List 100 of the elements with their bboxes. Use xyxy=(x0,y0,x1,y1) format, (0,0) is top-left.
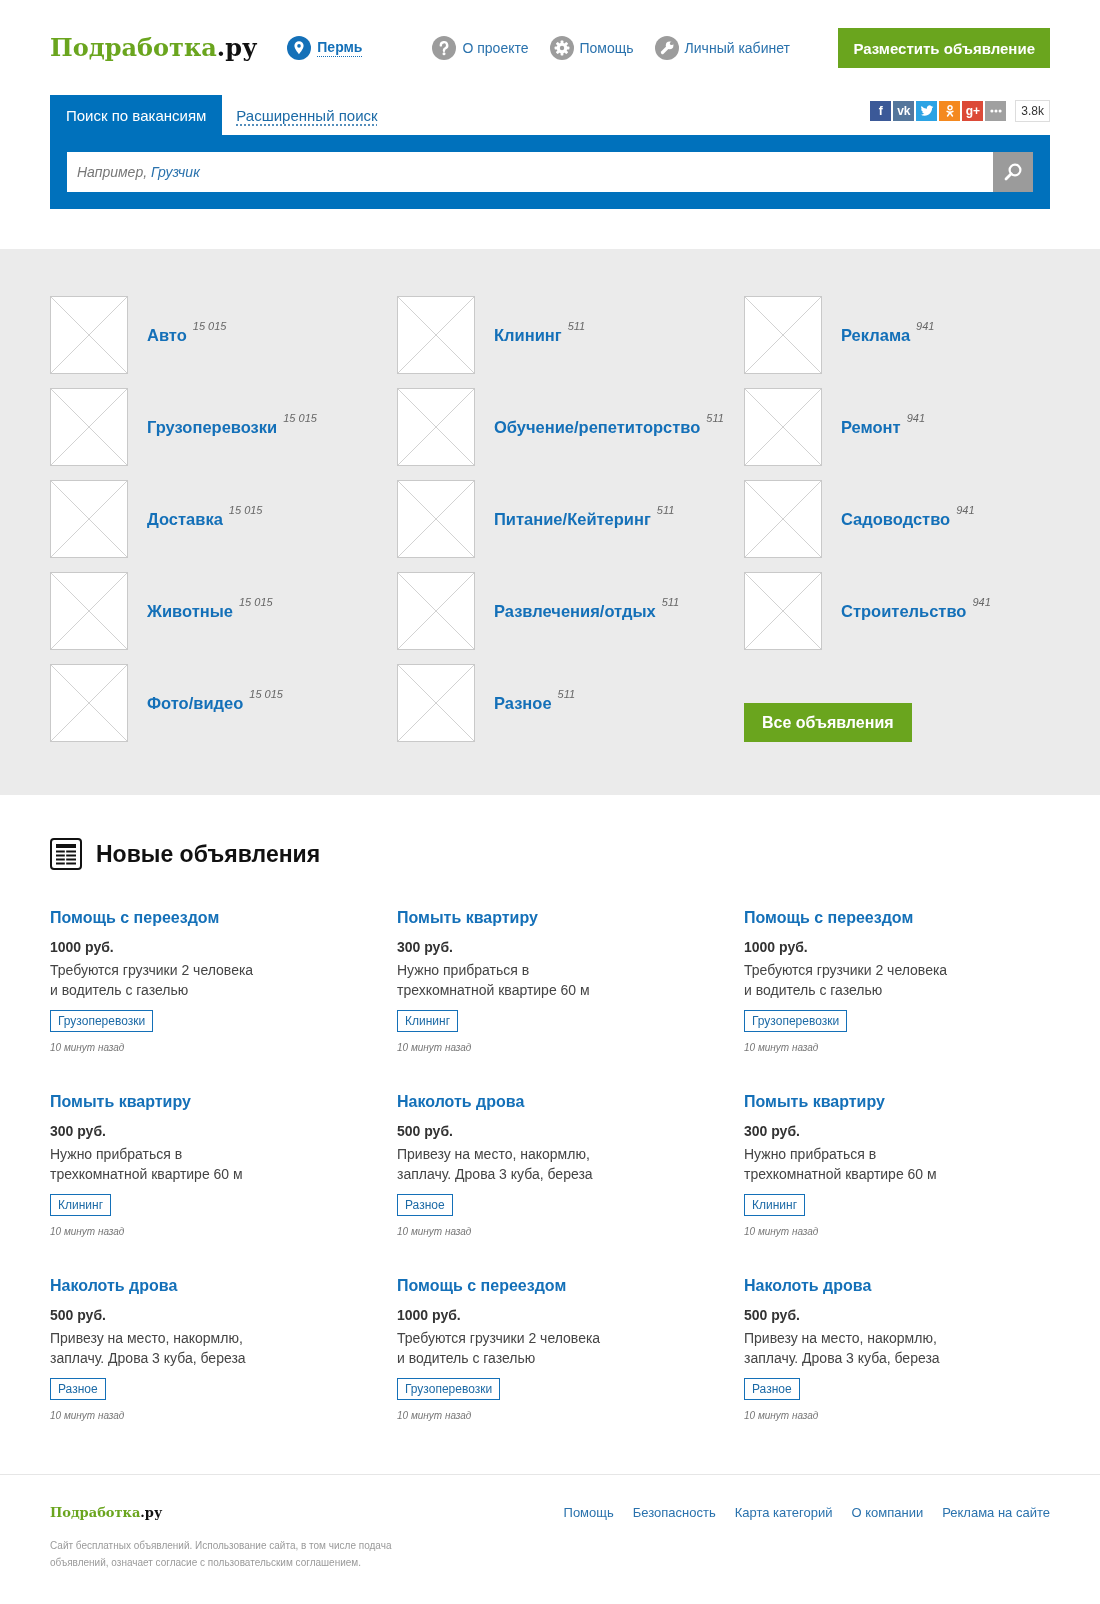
ad-description: Привезу на место, накормлю, заплачу. Дрова 3 куба, береза xyxy=(397,1145,593,1184)
nav-link[interactable]: О проекте xyxy=(432,36,529,60)
ad-title-link[interactable]: Помощь с переездом xyxy=(397,1276,567,1296)
search-icon xyxy=(1003,162,1023,182)
share-button[interactable] xyxy=(916,101,938,121)
ad-title-link[interactable]: Помыть квартиру xyxy=(744,1092,885,1112)
category-count: 15 015 xyxy=(249,687,283,701)
ad-time: 10 минут назад xyxy=(397,1225,472,1239)
ad-title-link[interactable]: Помыть квартиру xyxy=(397,908,538,928)
footer-logo[interactable]: Подработка.ру xyxy=(50,1505,392,1521)
search-button[interactable] xyxy=(993,152,1033,192)
footer-link[interactable]: О компании xyxy=(851,1505,924,1521)
category-tag[interactable]: Грузоперевозки xyxy=(397,1378,501,1400)
category-count: 15 015 xyxy=(192,319,227,333)
share-button[interactable] xyxy=(939,101,961,121)
ad-time: 10 минут назад xyxy=(50,1041,125,1055)
ad-time: 10 минут назад xyxy=(744,1225,819,1239)
share-button[interactable]: g+ xyxy=(962,101,984,121)
placeholder-text: Например, xyxy=(77,164,148,180)
category-link[interactable]: Разное xyxy=(494,693,552,713)
site-logo[interactable]: Подработка.ру xyxy=(50,33,258,63)
category-count: 941 xyxy=(916,319,935,333)
category-tag[interactable]: Разное xyxy=(50,1378,106,1400)
bird-icon xyxy=(919,104,934,118)
category-count: 511 xyxy=(557,687,576,701)
ad-price: 300 руб. xyxy=(744,1122,800,1141)
category-count: 511 xyxy=(706,411,724,425)
category-tag[interactable]: Клининг xyxy=(50,1194,112,1216)
ad-description: Требуются грузчики 2 человека и водитель с газелью xyxy=(397,1329,601,1368)
location-pin-icon xyxy=(287,36,312,60)
ad-title-link[interactable]: Наколоть дрова xyxy=(744,1276,872,1296)
category-count: 511 xyxy=(567,319,586,333)
ad-title-link[interactable]: Помыть квартиру xyxy=(50,1092,191,1112)
question-icon xyxy=(432,36,457,60)
example-link[interactable]: Грузчик xyxy=(151,164,200,180)
category-count: 941 xyxy=(906,411,926,425)
search-tab[interactable]: Расширенный поиск xyxy=(222,95,392,135)
category-link[interactable]: Строительство xyxy=(841,601,967,621)
category-tag[interactable]: Клининг xyxy=(744,1194,806,1216)
category-count: 15 015 xyxy=(238,595,273,609)
ad-title-link[interactable]: Наколоть дрова xyxy=(50,1276,178,1296)
ad-time: 10 минут назад xyxy=(397,1041,472,1055)
share-button[interactable] xyxy=(985,101,1007,121)
nav-link[interactable]: Помощь xyxy=(549,36,634,60)
ad-description: Привезу на место, накормлю, заплачу. Дрова 3 куба, береза xyxy=(744,1329,940,1368)
ad-time: 10 минут назад xyxy=(744,1041,819,1055)
ad-time: 10 минут назад xyxy=(50,1225,125,1239)
category-tag[interactable]: Грузоперевозки xyxy=(744,1010,848,1032)
ad-description: Требуются грузчики 2 человека и водитель с газелью xyxy=(50,961,254,1000)
category-link[interactable]: Реклама xyxy=(841,325,911,345)
category-tag[interactable]: Грузоперевозки xyxy=(50,1010,154,1032)
share-count: 3.8k xyxy=(1015,100,1050,122)
category-tag[interactable]: Клининг xyxy=(397,1010,459,1032)
ad-price: 500 руб. xyxy=(397,1122,453,1141)
share-button[interactable]: f xyxy=(870,101,892,121)
category-count: 511 xyxy=(661,595,680,609)
ad-description: Нужно прибраться в трехкомнатной квартире 60 м xyxy=(50,1145,243,1184)
search-field[interactable]: Например, Грузчик xyxy=(67,152,993,192)
ad-title-link[interactable]: Наколоть дрова xyxy=(397,1092,525,1112)
ad-time: 10 минут назад xyxy=(744,1409,819,1423)
footer-link[interactable]: Помощь xyxy=(563,1505,614,1521)
wrench-icon xyxy=(654,36,679,60)
category-link[interactable]: Фото/видео xyxy=(147,693,244,713)
category-tag[interactable]: Разное xyxy=(397,1194,453,1216)
ad-price: 300 руб. xyxy=(50,1122,106,1141)
share-button[interactable]: vk xyxy=(893,101,915,121)
category-link[interactable]: Ремонт xyxy=(841,417,901,437)
category-link[interactable]: Животные xyxy=(147,601,233,621)
post-ad-button[interactable]: Разместить объявление xyxy=(838,28,1050,68)
ad-price: 1000 руб. xyxy=(50,938,114,957)
gear-icon xyxy=(549,36,574,60)
category-link[interactable]: Грузоперевозки xyxy=(147,417,278,437)
category-link[interactable]: Клининг xyxy=(494,325,562,345)
category-tag[interactable]: Разное xyxy=(744,1378,800,1400)
category-link[interactable]: Обучение/репетиторство xyxy=(494,417,701,437)
city-link[interactable]: Пермь xyxy=(317,39,363,57)
ad-title-link[interactable]: Помощь с переездом xyxy=(744,908,914,928)
all-ads-button[interactable]: Все объявления xyxy=(744,703,912,742)
ad-description: Привезу на место, накормлю, заплачу. Дрова 3 куба, береза xyxy=(50,1329,246,1368)
category-link[interactable]: Авто xyxy=(147,325,187,345)
search-tab[interactable]: Поиск по вакансиям xyxy=(50,95,223,135)
category-count: 511 xyxy=(656,503,675,517)
category-count: 15 015 xyxy=(228,503,263,517)
category-link[interactable]: Доставка xyxy=(147,509,223,529)
ad-price: 500 руб. xyxy=(50,1306,106,1325)
ad-price: 1000 руб. xyxy=(744,938,808,957)
category-link[interactable]: Развлечения/отдых xyxy=(494,601,656,621)
ad-price: 1000 руб. xyxy=(397,1306,461,1325)
footer-link[interactable]: Безопасность xyxy=(632,1505,716,1521)
footer-link[interactable]: Реклама на сайте xyxy=(942,1505,1050,1521)
ad-description: Нужно прибраться в трехкомнатной квартире 60 м xyxy=(397,961,590,1000)
category-count: 941 xyxy=(956,503,975,517)
ad-description: Нужно прибраться в трехкомнатной квартире 60 м xyxy=(744,1145,937,1184)
nav-link[interactable]: Личный кабинет xyxy=(654,36,790,60)
footer-note: Сайт бесплатных объявлений. Использование сайта, в том числе подача объявлений, означает согласие с пользовательским соглашением. xyxy=(50,1539,392,1570)
category-link[interactable]: Питание/Кейтеринг xyxy=(494,509,651,529)
ad-title-link[interactable]: Помощь с переездом xyxy=(50,908,220,928)
category-link[interactable]: Садоводство xyxy=(841,509,951,529)
ad-description: Требуются грузчики 2 человека и водитель с газелью xyxy=(744,961,948,1000)
footer-link[interactable]: Карта категорий xyxy=(734,1505,833,1521)
